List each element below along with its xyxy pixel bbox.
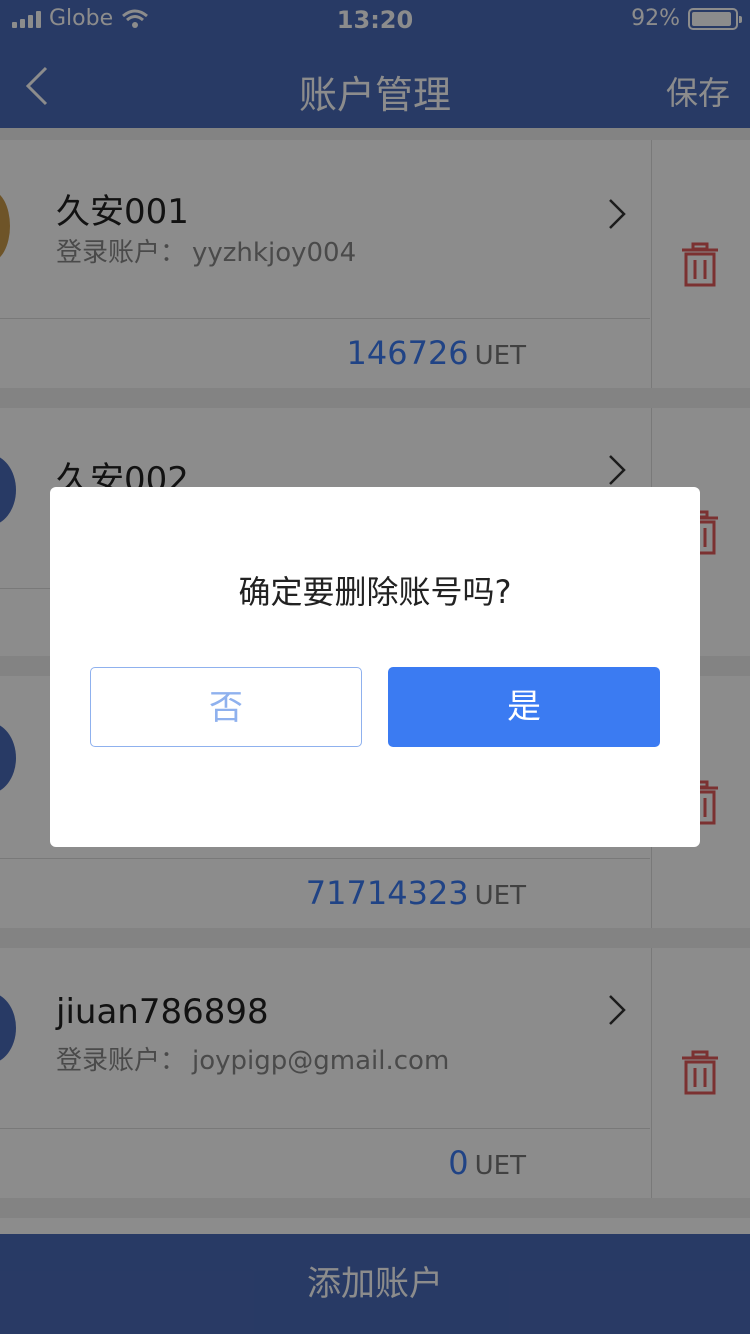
delete-confirm-dialog: 确定要删除账号吗? 否 是 [50, 487, 700, 847]
confirm-button[interactable]: 是 [388, 667, 660, 747]
cancel-button[interactable]: 否 [90, 667, 362, 747]
dialog-message: 确定要删除账号吗? [238, 573, 512, 611]
